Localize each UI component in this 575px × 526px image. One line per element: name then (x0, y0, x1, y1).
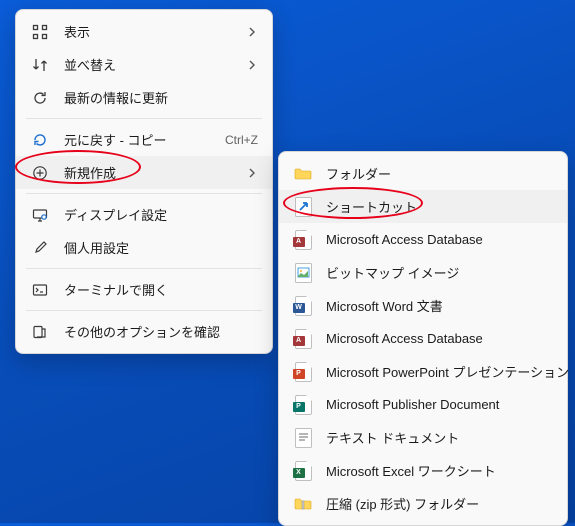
new-submenu: フォルダー ショートカット A Microsoft Access Databas… (278, 151, 568, 526)
submenu-folder[interactable]: フォルダー (279, 157, 567, 190)
menu-new-label: 新規作成 (64, 163, 246, 182)
submenu-bitmap[interactable]: ビットマップ イメージ (279, 256, 567, 289)
folder-icon (293, 164, 313, 184)
submenu-access-database-2[interactable]: A Microsoft Access Database (279, 322, 567, 355)
submenu-zip-label: 圧縮 (zip 形式) フォルダー (326, 494, 553, 513)
submenu-shortcut-label: ショートカット (326, 197, 553, 216)
submenu-bitmap-label: ビットマップ イメージ (326, 263, 553, 282)
submenu-access2-label: Microsoft Access Database (326, 331, 553, 346)
access-icon: A (293, 329, 313, 349)
menu-personalize-label: 個人用設定 (64, 238, 258, 257)
menu-undo-label: 元に戻す - コピー (64, 130, 225, 149)
text-icon (293, 428, 313, 448)
word-icon: W (293, 296, 313, 316)
chevron-right-icon (246, 27, 258, 37)
separator (26, 310, 262, 311)
submenu-folder-label: フォルダー (326, 164, 553, 183)
submenu-zip[interactable]: 圧縮 (zip 形式) フォルダー (279, 487, 567, 520)
submenu-publisher[interactable]: P Microsoft Publisher Document (279, 388, 567, 421)
display-icon (30, 205, 50, 225)
menu-new[interactable]: 新規作成 (16, 156, 272, 189)
submenu-publisher-label: Microsoft Publisher Document (326, 397, 553, 412)
submenu-text-label: テキスト ドキュメント (326, 428, 553, 447)
more-options-icon (30, 322, 50, 342)
refresh-icon (30, 88, 50, 108)
chevron-right-icon (246, 168, 258, 178)
menu-undo[interactable]: 元に戻す - コピー Ctrl+Z (16, 123, 272, 156)
submenu-excel[interactable]: X Microsoft Excel ワークシート (279, 454, 567, 487)
menu-refresh[interactable]: 最新の情報に更新 (16, 81, 272, 114)
submenu-access-database-1[interactable]: A Microsoft Access Database (279, 223, 567, 256)
powerpoint-icon: P (293, 362, 313, 382)
menu-undo-accel: Ctrl+Z (225, 133, 258, 147)
submenu-word-label: Microsoft Word 文書 (326, 296, 553, 315)
menu-view-label: 表示 (64, 22, 246, 41)
separator (26, 118, 262, 119)
access-icon: A (293, 230, 313, 250)
terminal-icon (30, 280, 50, 300)
publisher-icon: P (293, 395, 313, 415)
submenu-access1-label: Microsoft Access Database (326, 232, 553, 247)
brush-icon (30, 238, 50, 258)
submenu-powerpoint[interactable]: P Microsoft PowerPoint プレゼンテーション (279, 355, 567, 388)
menu-refresh-label: 最新の情報に更新 (64, 88, 258, 107)
submenu-shortcut[interactable]: ショートカット (279, 190, 567, 223)
shortcut-icon (293, 197, 313, 217)
menu-sort-label: 並べ替え (64, 55, 246, 74)
separator (26, 268, 262, 269)
undo-icon (30, 130, 50, 150)
menu-sort[interactable]: 並べ替え (16, 48, 272, 81)
menu-display-label: ディスプレイ設定 (64, 205, 258, 224)
context-menu: 表示 並べ替え 最新の情報に更新 元に戻す - コピー (15, 9, 273, 354)
chevron-right-icon (246, 60, 258, 70)
grid-icon (30, 22, 50, 42)
excel-icon: X (293, 461, 313, 481)
menu-display-settings[interactable]: ディスプレイ設定 (16, 198, 272, 231)
submenu-excel-label: Microsoft Excel ワークシート (326, 461, 553, 480)
menu-terminal-label: ターミナルで開く (64, 280, 258, 299)
menu-terminal[interactable]: ターミナルで開く (16, 273, 272, 306)
menu-more-label: その他のオプションを確認 (64, 322, 258, 341)
image-icon (293, 263, 313, 283)
separator (26, 193, 262, 194)
zip-icon (293, 494, 313, 514)
plus-circle-icon (30, 163, 50, 183)
submenu-text[interactable]: テキスト ドキュメント (279, 421, 567, 454)
menu-view[interactable]: 表示 (16, 15, 272, 48)
submenu-word[interactable]: W Microsoft Word 文書 (279, 289, 567, 322)
sort-icon (30, 55, 50, 75)
menu-personalize[interactable]: 個人用設定 (16, 231, 272, 264)
submenu-powerpoint-label: Microsoft PowerPoint プレゼンテーション (326, 362, 569, 381)
menu-more-options[interactable]: その他のオプションを確認 (16, 315, 272, 348)
